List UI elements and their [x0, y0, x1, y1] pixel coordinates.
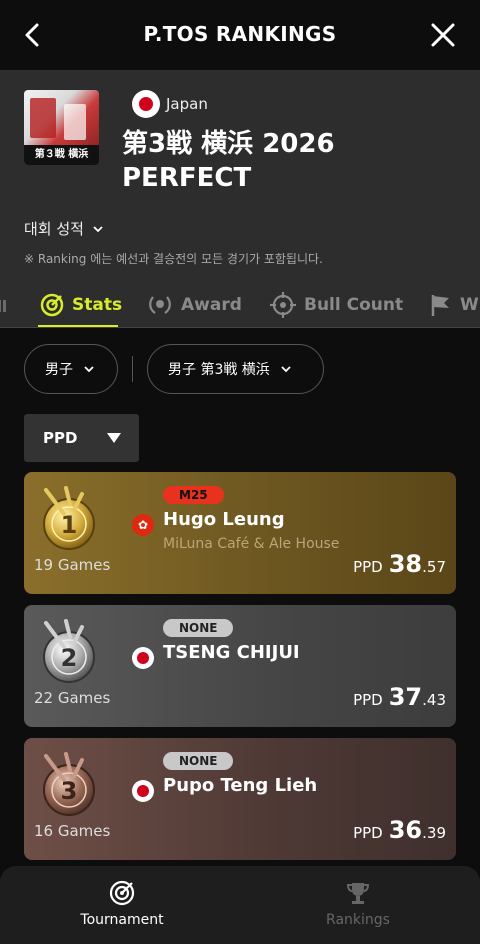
event-title: 第3戦 横浜 2026: [122, 129, 335, 159]
sort-dropdown[interactable]: PPD: [24, 414, 139, 462]
games-count: 16 Games: [34, 822, 111, 840]
ppd-integer: 38: [388, 550, 423, 578]
bottom-nav: Tournament Rankings: [0, 866, 480, 944]
page-title: P.TOS RANKINGS: [143, 22, 337, 46]
player-card[interactable]: 3 NONE Pupo Teng Lieh 16 Games PPD 36 .3…: [24, 738, 456, 860]
ppd-decimal: .43: [422, 691, 446, 709]
player-card[interactable]: 2 NONE TSENG CHIJUI 22 Games PPD 37 .43: [24, 605, 456, 727]
svg-text:2: 2: [61, 644, 78, 672]
hong-kong-flag-icon: ✿: [132, 514, 154, 536]
gold-medal-icon: 1: [43, 486, 95, 550]
filter-divider: [132, 356, 133, 382]
nav-label: Rankings: [326, 912, 390, 928]
games-count: 19 Games: [34, 556, 111, 574]
player-store: MiLuna Café & Ale House: [163, 536, 340, 552]
laurel-icon: [149, 296, 171, 314]
country-label: Japan: [166, 95, 208, 113]
division-filter[interactable]: 男子 第3戦 横浜: [147, 344, 324, 394]
ppd-label: PPD: [353, 558, 383, 576]
tab-bull-count[interactable]: Bull Count: [270, 282, 403, 328]
ppd-decimal: .57: [422, 558, 446, 576]
dartboard-icon: [109, 880, 135, 906]
tab-stats[interactable]: Stats: [40, 282, 122, 328]
tab-label: Stats: [72, 295, 123, 315]
event-country: Japan: [132, 90, 208, 118]
caret-down-icon: [107, 433, 121, 443]
class-badge: NONE: [163, 752, 234, 770]
chevron-down-icon: [93, 225, 103, 232]
player-name: Pupo Teng Lieh: [163, 775, 318, 796]
player-card[interactable]: 1 M25 ✿ Hugo Leung MiLuna Café & Ale Hou…: [24, 472, 456, 594]
crosshair-icon: [270, 292, 296, 318]
tab-label: Bull Count: [304, 295, 404, 315]
ppd-label: PPD: [353, 691, 383, 709]
nav-rankings[interactable]: Rankings: [298, 880, 418, 928]
japan-flag-icon: [132, 90, 160, 118]
flag-icon: [431, 295, 449, 316]
tab-w[interactable]: W: [430, 282, 479, 328]
trophy-icon: [346, 883, 370, 904]
ppd-score: PPD 38 .57: [353, 550, 446, 578]
japan-flag-icon: [132, 780, 154, 802]
player-name: TSENG CHIJUI: [163, 642, 300, 663]
target-icon: [40, 293, 64, 317]
sort-label: PPD: [43, 429, 78, 447]
top-bar: P.TOS RANKINGS: [0, 0, 480, 70]
divider: [0, 327, 480, 328]
ppd-integer: 37: [388, 683, 423, 711]
class-badge: M25: [163, 486, 224, 504]
event-thumbnail: 第３戦 横浜: [24, 90, 99, 165]
tab-award[interactable]: Award: [147, 282, 242, 328]
event-header: 第３戦 横浜 Japan 第3戦 横浜 2026 PERFECT 대회 성적 ※…: [0, 70, 480, 328]
ppd-score: PPD 36 .39: [353, 816, 446, 844]
class-badge: NONE: [163, 619, 234, 637]
ppd-score: PPD 37 .43: [353, 683, 446, 711]
gender-filter[interactable]: 男子: [24, 344, 118, 394]
ppd-integer: 36: [388, 816, 423, 844]
division-filter-label: 男子 第3戦 横浜: [168, 362, 270, 378]
event-subtitle: PERFECT: [122, 163, 252, 193]
tab-label: Award: [181, 295, 242, 315]
silver-medal-icon: 2: [43, 619, 95, 683]
svg-text:1: 1: [61, 511, 78, 539]
chevron-down-icon: [84, 366, 94, 373]
ppd-decimal: .39: [422, 824, 446, 842]
tab-bar: Stats Award Bull Count W: [0, 282, 480, 328]
ranking-note: ※ Ranking 에는 예선과 결승전의 모든 경기가 포함됩니다.: [24, 252, 323, 266]
bronze-medal-icon: 3: [43, 752, 95, 816]
tab-edge-icon: [0, 300, 6, 312]
player-name: Hugo Leung: [163, 509, 285, 530]
thumbnail-caption: 第３戦 横浜: [24, 145, 99, 165]
gender-filter-label: 男子: [45, 362, 73, 378]
tab-label: W: [460, 295, 479, 315]
japan-flag-icon: [132, 647, 154, 669]
chevron-down-icon: [281, 366, 291, 373]
filter-bar: 男子 男子 第3戦 横浜: [0, 344, 480, 396]
games-count: 22 Games: [34, 689, 111, 707]
results-dropdown[interactable]: 대회 성적: [24, 218, 104, 239]
ppd-label: PPD: [353, 824, 383, 842]
nav-tournament[interactable]: Tournament: [62, 880, 182, 928]
svg-text:3: 3: [61, 777, 78, 805]
results-label: 대회 성적: [24, 220, 84, 238]
nav-label: Tournament: [80, 912, 164, 928]
close-icon[interactable]: [430, 22, 456, 48]
